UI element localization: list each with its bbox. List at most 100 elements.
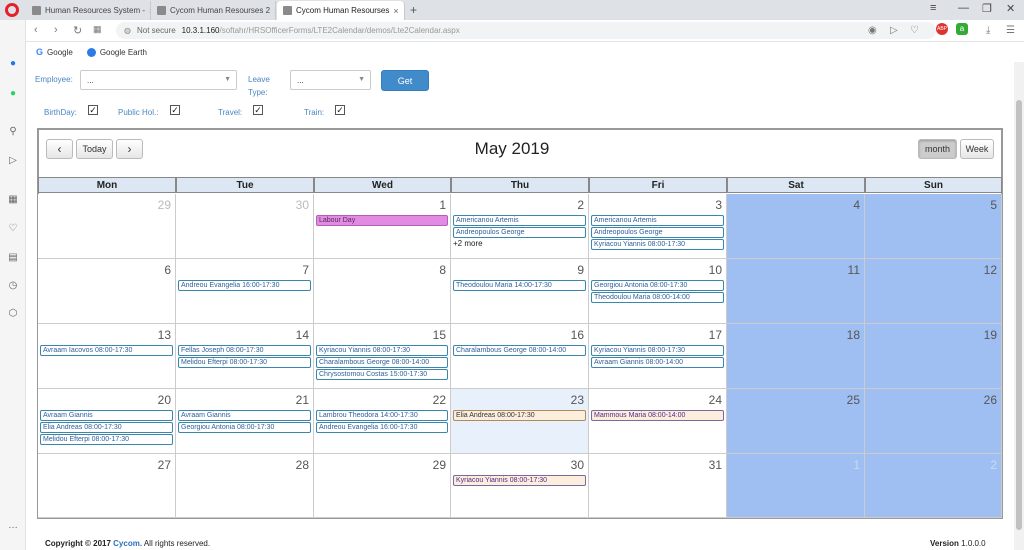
calendar-event[interactable]: Kyriacou Yiannis 08:00-17:30 — [453, 475, 586, 486]
browser-tab-active[interactable]: Cycom Human Resourses × — [277, 1, 405, 20]
heart-icon[interactable]: ♡ — [6, 221, 20, 235]
day-cell[interactable]: 10 Georgiou Antonia 08:00-17:30 Theodoulou… — [589, 259, 727, 324]
day-cell[interactable]: 30 Kyriacou Yiannis 08:00-17:30 — [451, 454, 589, 518]
calendar-event[interactable]: Andreou Evangelia 16:00-17:30 — [178, 280, 311, 291]
day-cell[interactable]: 13 Avraam Iacovos 08:00-17:30 — [38, 324, 176, 389]
day-cell[interactable]: 1 — [727, 454, 865, 518]
travel-checkbox[interactable]: ✓ — [253, 105, 263, 115]
calendar-event[interactable]: Americanou Artemis — [591, 215, 724, 226]
birthday-checkbox[interactable]: ✓ — [88, 105, 98, 115]
calendar-event[interactable]: Melidou Efterpi 08:00-17:30 — [178, 357, 311, 368]
calendar-event[interactable]: Avraam Giannis 08:00-14:00 — [591, 357, 724, 368]
calendar-event[interactable]: Elia Andreas 08:00-17:30 — [453, 410, 586, 421]
more-icon[interactable]: … — [6, 518, 20, 532]
extension-icon[interactable]: a — [956, 23, 968, 35]
day-cell[interactable]: 1 Labour Day — [314, 194, 451, 259]
tabs-grid-icon[interactable]: ▦ — [93, 24, 102, 35]
day-cell[interactable]: 31 — [589, 454, 727, 518]
day-cell[interactable]: 26 — [865, 389, 1002, 454]
day-cell[interactable]: 28 — [176, 454, 314, 518]
history-icon[interactable]: ◷ — [6, 278, 20, 292]
calendar-event[interactable]: Fellas Joseph 08:00-17:30 — [178, 345, 311, 356]
calendar-event[interactable]: Charalambous George 08:00-14:00 — [453, 345, 586, 356]
new-tab-button[interactable]: + — [410, 3, 417, 17]
day-cell[interactable]: 20 Avraam Giannis Elia Andreas 08:00-17:30… — [38, 389, 176, 454]
send-to-icon[interactable]: ▷ — [890, 25, 898, 36]
url-field[interactable]: ◍ Not secure 10.3.1.160 /softahr/HRSOffi… — [116, 22, 936, 39]
news-icon[interactable]: ▤ — [6, 250, 20, 264]
day-cell[interactable]: 16 Charalambous George 08:00-14:00 — [451, 324, 589, 389]
minimize-icon[interactable]: — — [958, 2, 969, 14]
whatsapp-icon[interactable]: ● — [6, 86, 20, 100]
opera-logo-icon[interactable] — [5, 3, 19, 17]
employee-select[interactable]: ... ▼ — [80, 70, 237, 90]
browser-tab[interactable]: Human Resources System - × — [26, 1, 151, 20]
day-cell[interactable]: 29 — [314, 454, 451, 518]
calendar-event[interactable]: Theodoulou Maria 14:00-17:30 — [453, 280, 586, 291]
calendar-event[interactable]: Kyriacou Yiannis 08:00-17:30 — [316, 345, 448, 356]
calendar-event[interactable]: Andreou Evangelia 16:00-17:30 — [316, 422, 448, 433]
calendar-event[interactable]: Charalambous George 08:00-14:00 — [316, 357, 448, 368]
day-cell[interactable]: 9 Theodoulou Maria 14:00-17:30 — [451, 259, 589, 324]
day-cell[interactable]: 2 Americanou Artemis Andreopoulos George +2… — [451, 194, 589, 259]
calendar-event[interactable]: Melidou Efterpi 08:00-17:30 — [40, 434, 173, 445]
easy-setup-icon[interactable]: ☰ — [1006, 25, 1015, 36]
calendar-event[interactable]: Lambrou Theodora 14:00-17:30 — [316, 410, 448, 421]
tab-menu-icon[interactable]: ≡ — [930, 2, 936, 14]
day-cell[interactable]: 6 — [38, 259, 176, 324]
camera-icon[interactable]: ◉ — [868, 25, 877, 36]
bookmark-heart-icon[interactable]: ♡ — [910, 25, 919, 36]
day-cell[interactable]: 23 Elia Andreas 08:00-17:30 — [451, 389, 589, 454]
calendar-event[interactable]: Georgiou Antonia 08:00-17:30 — [591, 280, 724, 291]
month-view-button[interactable]: month — [918, 139, 957, 159]
day-cell[interactable]: 3 Americanou Artemis Andreopoulos George Ky… — [589, 194, 727, 259]
bookmark-google[interactable]: G Google — [36, 47, 73, 57]
messenger-icon[interactable]: ● — [6, 56, 20, 70]
day-cell[interactable]: 14 Fellas Joseph 08:00-17:30 Melidou Efter… — [176, 324, 314, 389]
day-cell[interactable]: 15 Kyriacou Yiannis 08:00-17:30 Charalambo… — [314, 324, 451, 389]
day-cell[interactable]: 27 — [38, 454, 176, 518]
calendar-event[interactable]: Elia Andreas 08:00-17:30 — [40, 422, 173, 433]
day-cell[interactable]: 7 Andreou Evangelia 16:00-17:30 — [176, 259, 314, 324]
calendar-event[interactable]: Avraam Iacovos 08:00-17:30 — [40, 345, 173, 356]
day-cell[interactable]: 30 — [176, 194, 314, 259]
day-cell[interactable]: 29 — [38, 194, 176, 259]
scrollbar-thumb[interactable] — [1016, 100, 1022, 530]
calendar-event[interactable]: Andreopoulos George — [591, 227, 724, 238]
close-tab-icon[interactable]: × — [274, 6, 275, 16]
day-cell[interactable]: 12 — [865, 259, 1002, 324]
get-button[interactable]: Get — [381, 70, 429, 91]
forward-icon[interactable]: › — [54, 24, 58, 36]
day-cell[interactable]: 18 — [727, 324, 865, 389]
close-tab-icon[interactable]: × — [393, 6, 398, 16]
browser-tab[interactable]: Cycom Human Resourses 2 × — [151, 1, 276, 20]
extensions-icon[interactable]: ⬡ — [6, 306, 20, 320]
day-cell[interactable]: 11 — [727, 259, 865, 324]
day-cell[interactable]: 4 — [727, 194, 865, 259]
calendar-event[interactable]: Chrysostomou Costas 15:00-17:30 — [316, 369, 448, 380]
day-cell[interactable]: 22 Lambrou Theodora 14:00-17:30 Andreou Ev… — [314, 389, 451, 454]
day-cell[interactable]: 8 — [314, 259, 451, 324]
calendar-event[interactable]: Georgiou Antonia 08:00-17:30 — [178, 422, 311, 433]
brand-link[interactable]: Cycom. — [113, 539, 142, 548]
reload-icon[interactable]: ↻ — [73, 24, 82, 37]
week-view-button[interactable]: Week — [960, 139, 994, 159]
day-cell[interactable]: 24 Mammous Maria 08:00-14:00 — [589, 389, 727, 454]
adblock-icon[interactable]: ABP — [936, 23, 948, 35]
calendar-event[interactable]: Americanou Artemis — [453, 215, 586, 226]
bookmark-google-earth[interactable]: Google Earth — [86, 47, 147, 57]
public-holiday-checkbox[interactable]: ✓ — [170, 105, 180, 115]
download-icon[interactable]: ⤓ — [986, 25, 990, 36]
search-icon[interactable]: ⚲ — [6, 124, 20, 138]
close-window-icon[interactable]: ✕ — [1006, 2, 1015, 15]
calendar-event[interactable]: Avraam Giannis — [40, 410, 173, 421]
day-cell[interactable]: 5 — [865, 194, 1002, 259]
calendar-event[interactable]: Mammous Maria 08:00-14:00 — [591, 410, 724, 421]
day-cell[interactable]: 17 Kyriacou Yiannis 08:00-17:30 Avraam Gia… — [589, 324, 727, 389]
train-checkbox[interactable]: ✓ — [335, 105, 345, 115]
back-icon[interactable]: ‹ — [34, 24, 38, 36]
calendar-event[interactable]: Avraam Giannis — [178, 410, 311, 421]
speed-dial-icon[interactable]: ▦ — [6, 192, 20, 206]
more-events-link[interactable]: +2 more — [453, 239, 586, 248]
calendar-event[interactable]: Theodoulou Maria 08:00-14:00 — [591, 292, 724, 303]
